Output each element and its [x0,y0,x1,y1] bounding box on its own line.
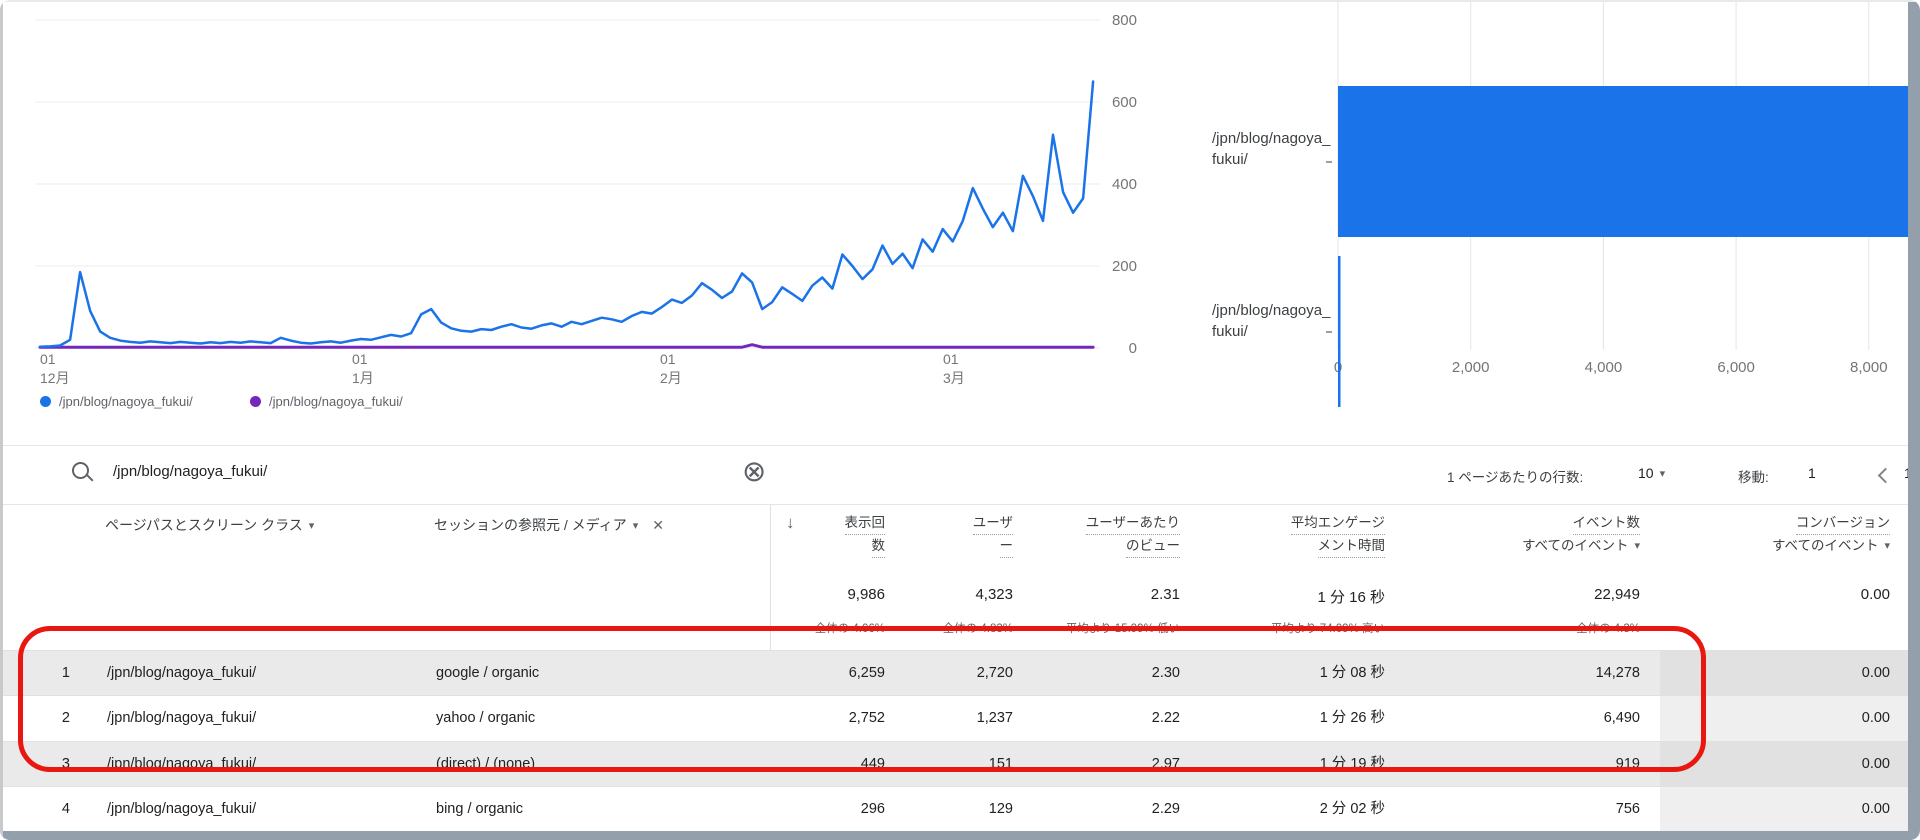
table-row[interactable]: 4/jpn/blog/nagoya_fukui/bing / organic29… [0,786,1920,832]
cell-conv: 0.00 [1650,787,1890,832]
row-number: 4 [40,787,70,832]
annotation-highlight [18,626,1706,772]
cell-session-source: bing / organic [436,787,523,832]
panel-frame [0,0,3,840]
panel-frame [1908,0,1920,840]
panel-frame [0,0,1920,2]
analytics-report-panel: 8006004002000 0112月011月012月013月 /jpn/blo… [0,0,1920,840]
cell-page-path: /jpn/blog/nagoya_fukui/ [107,787,256,832]
panel-frame [0,831,1920,840]
cell-events: 756 [1340,787,1640,832]
